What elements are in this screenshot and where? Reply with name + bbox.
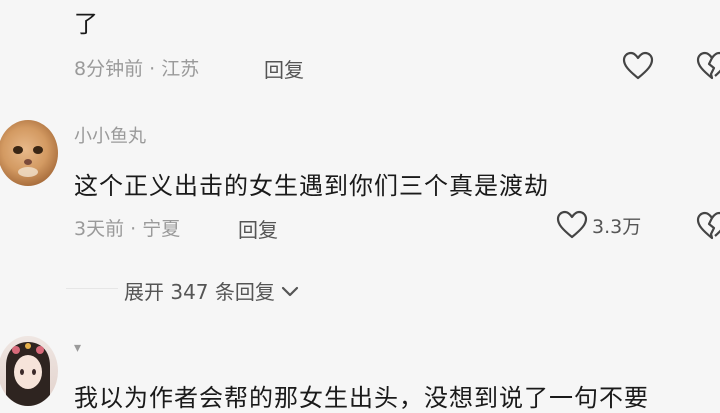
comment-text: 了 bbox=[74, 10, 99, 38]
comment-meta: 8分钟前 · 江苏 bbox=[74, 58, 200, 80]
username[interactable]: ▾ bbox=[74, 340, 81, 356]
expand-replies-label: 展开 347 条回复 bbox=[124, 280, 275, 304]
reply-button[interactable]: 回复 bbox=[238, 214, 278, 243]
comment-text: 这个正义出击的女生遇到你们三个真是渡劫 bbox=[74, 172, 549, 200]
expand-replies-button[interactable]: 展开 347 条回复 bbox=[124, 276, 299, 305]
cat-avatar-image bbox=[13, 146, 43, 177]
comment-meta: 3天前 · 宁夏 bbox=[74, 218, 181, 240]
username[interactable]: 小小鱼丸 bbox=[74, 122, 146, 148]
like-button[interactable]: 3.3万 bbox=[556, 210, 641, 240]
reply-divider bbox=[66, 288, 118, 289]
broken-heart-icon[interactable] bbox=[696, 211, 720, 241]
heart-outline-icon[interactable] bbox=[622, 51, 654, 81]
anime-avatar-image bbox=[6, 342, 50, 406]
avatar[interactable] bbox=[0, 336, 58, 406]
like-count: 3.3万 bbox=[592, 215, 642, 238]
reply-button[interactable]: 回复 bbox=[264, 54, 304, 83]
chevron-down-icon bbox=[281, 286, 298, 296]
heart-outline-icon bbox=[556, 210, 588, 239]
broken-heart-icon[interactable] bbox=[696, 51, 720, 81]
avatar[interactable] bbox=[0, 120, 58, 186]
comment-text: 我以为作者会帮的那女生出头，没想到说了一句不要 bbox=[74, 384, 649, 412]
